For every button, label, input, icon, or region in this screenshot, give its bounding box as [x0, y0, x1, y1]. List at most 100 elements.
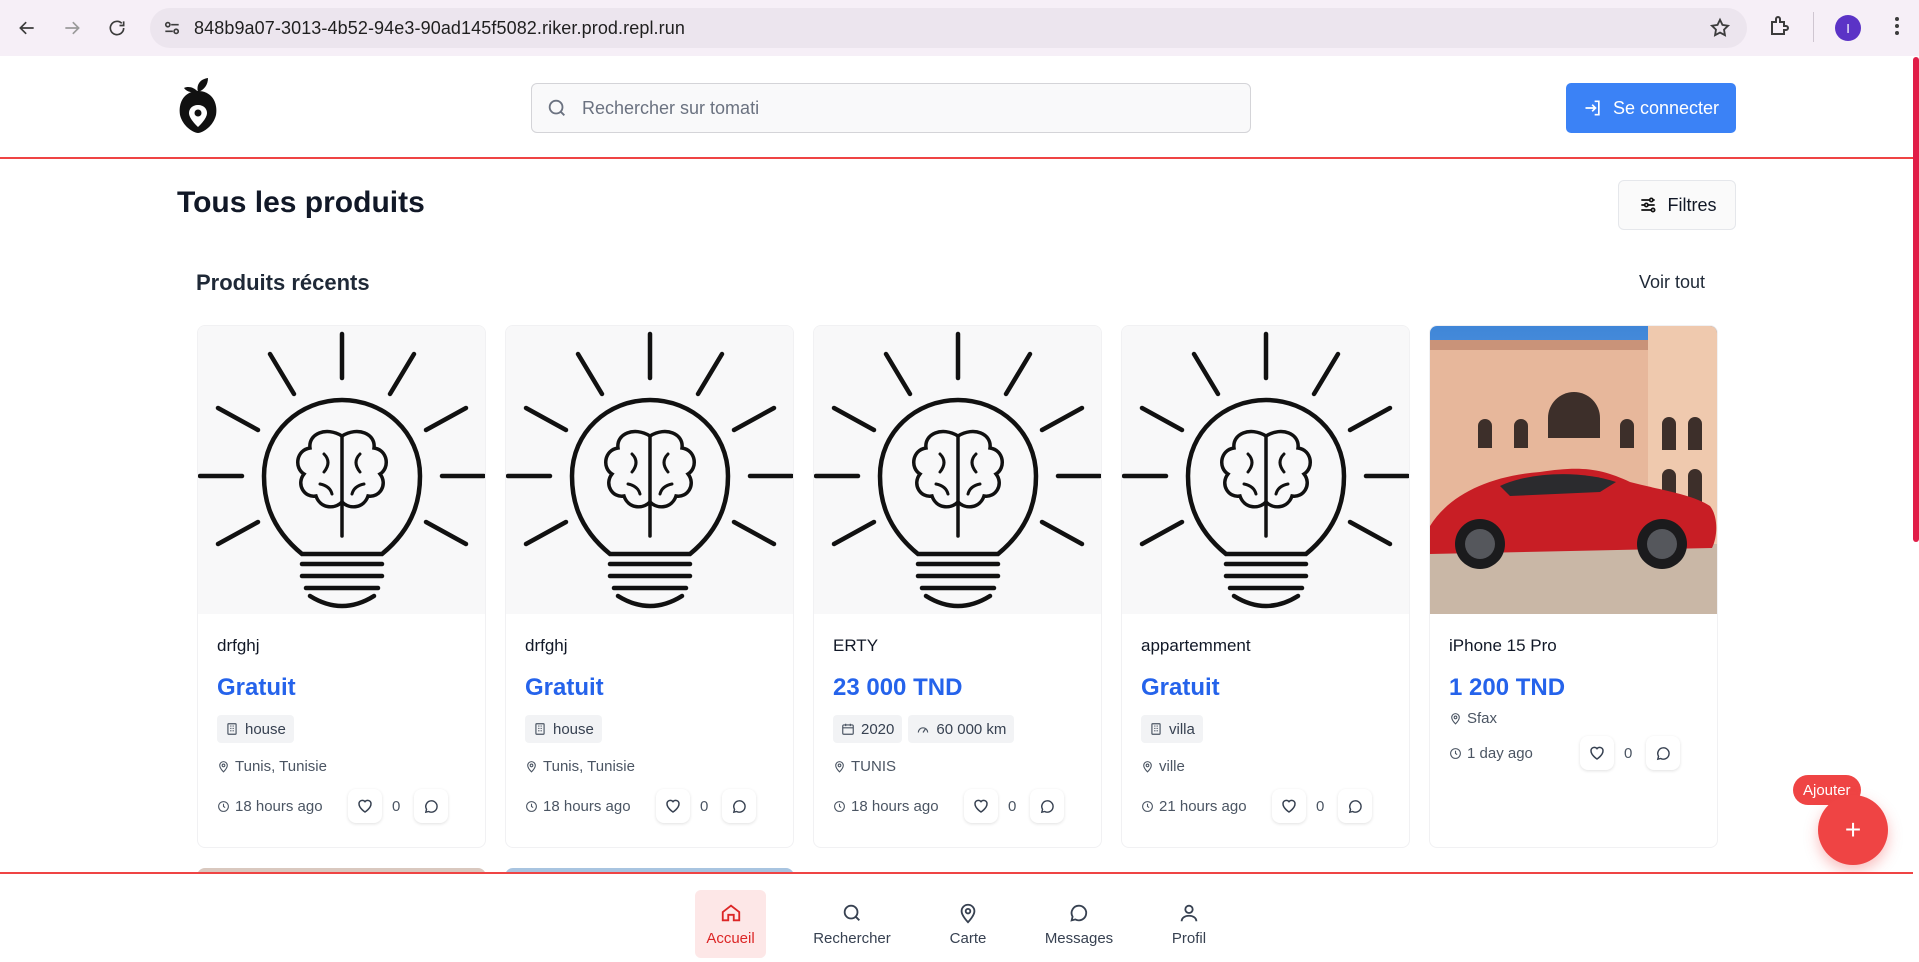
heart-icon: [358, 799, 372, 813]
like-button[interactable]: [348, 789, 382, 823]
brain-bulb-image: [814, 326, 1101, 614]
product-location: ville: [1141, 758, 1185, 775]
like-count: 0: [700, 797, 709, 815]
time-label: 21 hours ago: [1159, 798, 1247, 815]
login-button[interactable]: Se connecter: [1566, 83, 1736, 133]
product-card[interactable]: ERTY 23 000 TND 2020 60 000 km TUNIS 18 h…: [813, 325, 1102, 848]
product-time: 21 hours ago: [1141, 798, 1247, 815]
scrollbar[interactable]: [1913, 57, 1919, 542]
product-image[interactable]: [198, 326, 485, 614]
map-pin-icon: [527, 761, 536, 773]
heart-icon: [666, 799, 680, 813]
search-icon: [843, 904, 860, 921]
product-card[interactable]: appartemment Gratuit villa ville 21 hour…: [1121, 325, 1410, 848]
message-icon: [424, 799, 438, 813]
nav-item-accueil[interactable]: Accueil: [695, 890, 766, 958]
like-button[interactable]: [1580, 736, 1614, 770]
message-button[interactable]: [722, 789, 757, 823]
profile-avatar[interactable]: I: [1835, 15, 1861, 41]
product-image[interactable]: [814, 326, 1101, 614]
tag-label: house: [553, 720, 594, 738]
product-card-body: iPhone 15 Pro 1 200 TND Sfax 1 day ago 0: [1430, 614, 1717, 847]
see-all-link[interactable]: Voir tout: [1639, 272, 1705, 293]
nav-label: Profil: [1171, 929, 1207, 947]
product-time: 18 hours ago: [833, 798, 939, 815]
product-title: ERTY: [833, 636, 879, 655]
product-location: TUNIS: [833, 758, 896, 775]
back-icon[interactable]: [9, 10, 45, 46]
address-bar[interactable]: 848b9a07-3013-4b52-94e3-90ad145f5082.rik…: [150, 8, 1747, 48]
brain-bulb-image: [198, 326, 485, 614]
filters-button[interactable]: Filtres: [1618, 180, 1736, 230]
nav-label: Messages: [1044, 929, 1114, 947]
nav-item-carte[interactable]: Carte: [944, 890, 992, 958]
filters-label: Filtres: [1667, 194, 1717, 215]
location-label: ville: [1159, 758, 1185, 775]
product-tag: villa: [1141, 715, 1203, 743]
like-button[interactable]: [1272, 789, 1306, 823]
map-pin-icon: [835, 761, 844, 773]
product-card[interactable]: drfghj Gratuit house Tunis, Tunisie 18 h…: [197, 325, 486, 848]
map-pin-icon: [960, 903, 976, 923]
message-button[interactable]: [1646, 736, 1681, 770]
product-card[interactable]: drfghj Gratuit house Tunis, Tunisie 18 h…: [505, 325, 794, 848]
tag-label: 60 000 km: [936, 720, 1007, 738]
product-price: 23 000 TND: [833, 674, 963, 701]
like-count: 0: [1008, 797, 1017, 815]
nav-item-messages[interactable]: Messages: [1043, 890, 1115, 958]
toolbar-divider: [1813, 12, 1814, 42]
building-icon: [535, 723, 545, 735]
product-actions: 0: [964, 789, 1065, 823]
search-bar[interactable]: [531, 83, 1251, 133]
logo[interactable]: [176, 77, 220, 135]
app-header: Se connecter: [0, 57, 1913, 159]
product-card-body: appartemment Gratuit villa ville 21 hour…: [1122, 614, 1409, 847]
product-time: 18 hours ago: [217, 798, 323, 815]
message-button[interactable]: [414, 789, 449, 823]
reload-icon[interactable]: [99, 10, 135, 46]
product-tag: 2020: [833, 715, 903, 743]
heart-icon: [1590, 746, 1604, 760]
product-image[interactable]: [1430, 326, 1717, 614]
forward-icon[interactable]: [54, 10, 90, 46]
product-card[interactable]: iPhone 15 Pro 1 200 TND Sfax 1 day ago 0: [1429, 325, 1718, 848]
like-button[interactable]: [964, 789, 998, 823]
product-price: Gratuit: [1141, 674, 1220, 701]
product-card-body: drfghj Gratuit house Tunis, Tunisie 18 h…: [506, 614, 793, 847]
like-count: 0: [1316, 797, 1325, 815]
search-input[interactable]: [582, 97, 1182, 119]
map-pin-icon: [219, 761, 228, 773]
product-card-body: ERTY 23 000 TND 2020 60 000 km TUNIS 18 h…: [814, 614, 1101, 847]
nav-label: Carte: [949, 929, 987, 947]
tag-label: house: [245, 720, 286, 738]
add-button[interactable]: +: [1818, 795, 1888, 865]
message-icon: [1656, 746, 1670, 760]
message-button[interactable]: [1338, 789, 1373, 823]
brain-bulb-image: [1122, 326, 1409, 614]
nav-item-rechercher[interactable]: Rechercher: [812, 890, 892, 958]
section-title: Produits récents: [196, 270, 370, 295]
bookmark-star-icon[interactable]: [1709, 17, 1731, 39]
time-label: 18 hours ago: [543, 798, 631, 815]
product-title: appartemment: [1141, 636, 1251, 655]
product-title: iPhone 15 Pro: [1449, 636, 1557, 655]
login-icon: [1585, 100, 1600, 116]
product-image[interactable]: [506, 326, 793, 614]
map-pin-icon: [1143, 761, 1152, 773]
product-price: Gratuit: [217, 674, 296, 701]
message-button[interactable]: [1030, 789, 1065, 823]
extensions-icon[interactable]: [1768, 14, 1792, 43]
search-icon: [548, 99, 565, 116]
like-count: 0: [392, 797, 401, 815]
browser-menu-icon[interactable]: [1885, 14, 1909, 43]
nav-item-profil[interactable]: Profil: [1165, 890, 1213, 958]
like-button[interactable]: [656, 789, 690, 823]
sliders-icon: [1640, 197, 1655, 213]
time-label: 1 day ago: [1467, 745, 1533, 762]
browser-toolbar: 848b9a07-3013-4b52-94e3-90ad145f5082.rik…: [0, 0, 1919, 56]
product-location: Tunis, Tunisie: [217, 758, 327, 775]
heart-icon: [1282, 799, 1296, 813]
product-location: Tunis, Tunisie: [525, 758, 635, 775]
site-info-icon[interactable]: [162, 18, 182, 38]
product-image[interactable]: [1122, 326, 1409, 614]
